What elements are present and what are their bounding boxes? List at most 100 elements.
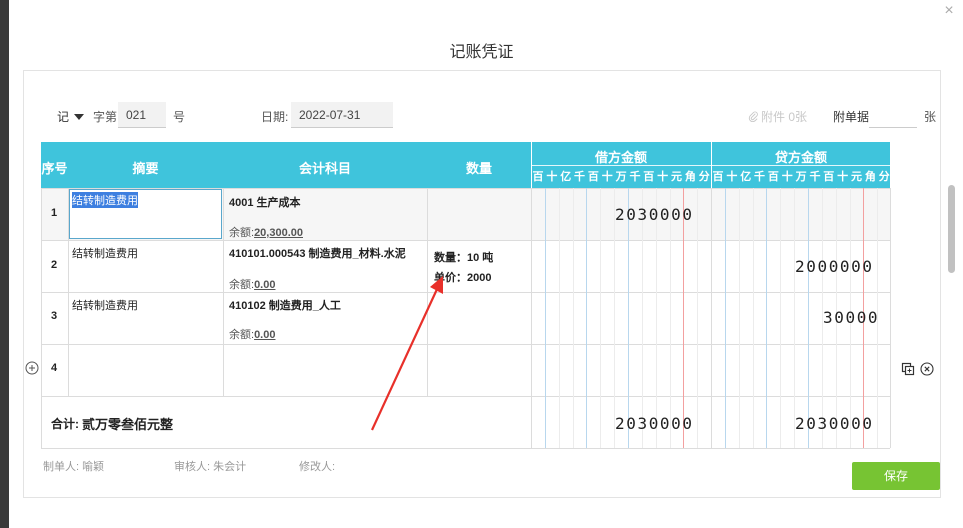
row-2-balance: 余额:0.00 bbox=[229, 276, 275, 292]
balance-value: 0.00 bbox=[254, 329, 276, 341]
grid-line bbox=[41, 188, 890, 189]
amount-guide-line bbox=[600, 188, 602, 448]
amount-unit-label: 百 bbox=[532, 171, 544, 183]
amount-guide-line bbox=[627, 188, 629, 448]
grid-line bbox=[41, 344, 890, 345]
row-1-debit[interactable]: 2030000 bbox=[615, 205, 694, 224]
date-input[interactable]: 2022-07-31 bbox=[291, 102, 393, 128]
grid-line bbox=[41, 396, 890, 397]
amount-unit-label: 十 bbox=[837, 171, 849, 183]
total-in-words: 贰万零叁佰元整 bbox=[82, 417, 174, 432]
grid-line bbox=[41, 292, 890, 293]
maker-info: 制单人: 喻颖 bbox=[43, 461, 105, 473]
window-left-edge bbox=[0, 0, 9, 528]
amount-guide-line bbox=[724, 188, 726, 448]
amount-unit-label: 分 bbox=[698, 171, 710, 183]
amount-guide-line bbox=[738, 188, 740, 448]
balance-value: 20,300.00 bbox=[254, 227, 303, 239]
grid-line bbox=[711, 396, 712, 448]
col-header-index: 序号 bbox=[41, 161, 68, 176]
annotation-arrow bbox=[371, 276, 443, 431]
dialog-title: 记账凭证 bbox=[449, 44, 514, 61]
grid-line bbox=[41, 448, 890, 449]
total-debit: 2030000 bbox=[615, 414, 694, 433]
caret-down-icon bbox=[74, 114, 85, 120]
voucher-number-input[interactable]: 021 bbox=[118, 102, 166, 128]
voucher-type-select[interactable]: 记 bbox=[57, 108, 85, 125]
amount-unit-label: 千 bbox=[809, 171, 821, 183]
close-icon[interactable]: × bbox=[942, 2, 956, 20]
amount-guide-line bbox=[558, 188, 560, 448]
amount-unit-label: 亿 bbox=[740, 171, 752, 183]
balance-label: 余额: bbox=[229, 279, 255, 291]
col-header-quantity: 数量 bbox=[465, 161, 492, 176]
amount-unit-label: 角 bbox=[864, 171, 876, 183]
voucher-type-value: 记 bbox=[57, 110, 70, 124]
row-2-account[interactable]: 410101.000543 制造费用_材料.水泥 bbox=[229, 245, 406, 261]
plus-circle-icon[interactable] bbox=[24, 360, 40, 376]
grid-line bbox=[711, 142, 712, 188]
row-4-index: 4 bbox=[51, 362, 58, 374]
modifier-info: 修改人: bbox=[299, 461, 336, 473]
total-label: 合计: bbox=[51, 417, 79, 431]
row-1-account[interactable]: 4001 生产成本 bbox=[229, 194, 301, 210]
amount-guide-line bbox=[641, 188, 643, 448]
col-header-credit: 贷方金额 bbox=[774, 150, 827, 165]
amount-guide-line bbox=[572, 188, 574, 448]
row-1-balance: 余额:20,300.00 bbox=[229, 224, 303, 240]
zi-label: 字第 bbox=[93, 110, 118, 124]
row-2-credit[interactable]: 2000000 bbox=[795, 257, 874, 276]
grid-line bbox=[711, 188, 712, 396]
amount-unit-label: 百 bbox=[767, 171, 779, 183]
attachment-link[interactable]: 附件 0张 bbox=[748, 108, 807, 125]
attachment-text: 附件 0张 bbox=[761, 110, 808, 124]
amount-unit-label: 元 bbox=[851, 171, 862, 183]
grid-line bbox=[223, 188, 224, 396]
zhang-label: 张 bbox=[924, 110, 937, 124]
amount-guide-line bbox=[780, 188, 782, 448]
amount-unit-label: 分 bbox=[878, 171, 890, 183]
grid-line bbox=[531, 142, 532, 188]
row-2-quantity[interactable]: 数量：10 吨 bbox=[434, 249, 493, 265]
close-circle-icon[interactable] bbox=[919, 361, 935, 377]
grid-line bbox=[531, 396, 532, 448]
paperclip-icon bbox=[748, 111, 758, 123]
row-2-summary[interactable]: 结转制造费用 bbox=[72, 245, 138, 261]
hao-label: 号 bbox=[173, 110, 186, 124]
save-button[interactable]: 保存 bbox=[852, 462, 940, 490]
fudanju-input[interactable] bbox=[869, 102, 917, 128]
col-header-debit: 借方金额 bbox=[594, 150, 647, 165]
amount-unit-label: 百 bbox=[587, 171, 599, 183]
amount-guide-line bbox=[752, 188, 754, 448]
amount-guide-line bbox=[586, 188, 588, 448]
grid-line bbox=[41, 188, 42, 396]
amount-unit-label: 元 bbox=[671, 171, 682, 183]
grid-line bbox=[531, 188, 532, 396]
amount-unit-label: 十 bbox=[546, 171, 558, 183]
scrollbar-thumb[interactable] bbox=[948, 185, 955, 273]
row-1-summary[interactable]: 结转制造费用 bbox=[72, 192, 138, 208]
row-3-balance: 余额:0.00 bbox=[229, 326, 275, 342]
amount-unit-label: 十 bbox=[781, 171, 793, 183]
amount-unit-label: 千 bbox=[574, 171, 586, 183]
amount-guide-line bbox=[655, 188, 657, 448]
col-header-account: 会计科目 bbox=[298, 161, 351, 176]
row-3-account[interactable]: 410102 制造费用_人工 bbox=[229, 297, 341, 313]
amount-unit-label: 亿 bbox=[560, 171, 572, 183]
amount-unit-label: 千 bbox=[629, 171, 641, 183]
row-3-credit[interactable]: 30000 bbox=[823, 308, 879, 327]
copy-icon[interactable] bbox=[900, 361, 916, 377]
amount-guide-line bbox=[794, 188, 796, 448]
amount-unit-label: 百 bbox=[643, 171, 655, 183]
grid-line bbox=[890, 396, 891, 448]
amount-unit-label: 万 bbox=[615, 171, 627, 183]
balance-value: 0.00 bbox=[254, 279, 276, 291]
amount-unit-label: 千 bbox=[754, 171, 766, 183]
amount-guide-line bbox=[807, 188, 809, 448]
grid-line bbox=[890, 188, 891, 396]
amount-unit-label: 十 bbox=[657, 171, 669, 183]
grid-line bbox=[68, 188, 69, 396]
reviewer-info: 审核人: 朱会计 bbox=[174, 461, 247, 473]
balance-label: 余额: bbox=[229, 227, 255, 239]
row-3-summary[interactable]: 结转制造费用 bbox=[72, 297, 138, 313]
